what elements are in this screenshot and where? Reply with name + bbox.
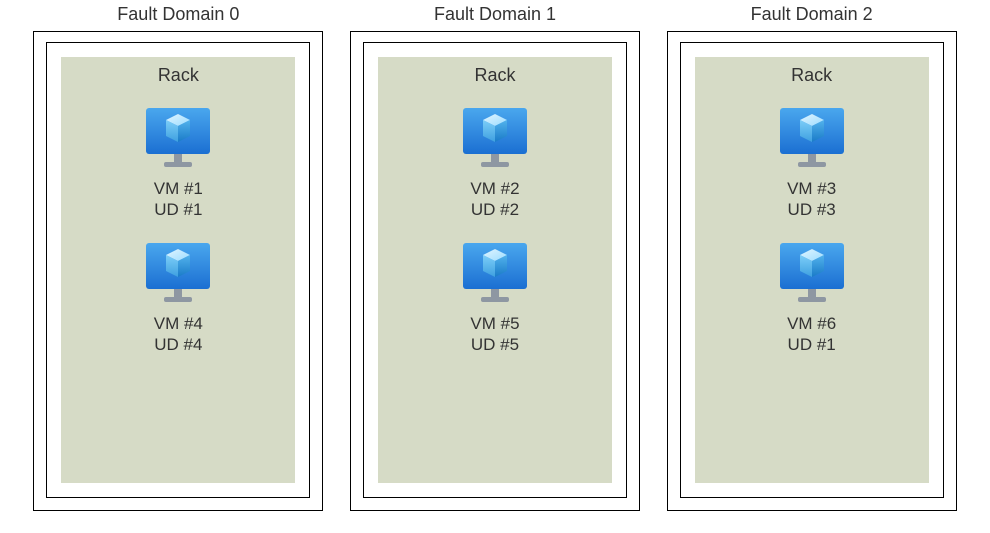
fault-domain-outer-box: Rack VM #1 UD #1 VM #4 UD #4: [33, 31, 323, 511]
rack-box: Rack VM #3 UD #3 VM #6 UD #1: [695, 57, 929, 483]
vm-label: VM #6: [787, 313, 836, 334]
vm-block: VM #3 UD #3: [774, 106, 850, 221]
diagram-canvas: Fault Domain 0 Rack VM #1 UD #1 VM #4: [0, 0, 990, 533]
vm-label: VM #3: [787, 178, 836, 199]
vm-icon: [774, 106, 850, 172]
rack-label: Rack: [791, 65, 832, 86]
vm-block: VM #6 UD #1: [774, 241, 850, 356]
rack-box: Rack VM #1 UD #1 VM #4 UD #4: [61, 57, 295, 483]
fault-domains-row: Fault Domain 0 Rack VM #1 UD #1 VM #4: [0, 4, 990, 533]
ud-label: UD #4: [154, 334, 202, 355]
fault-domain-1: Fault Domain 1 Rack VM #2 UD #2 VM #5: [350, 4, 640, 533]
vm-icon: [457, 241, 533, 307]
vm-label: VM #4: [154, 313, 203, 334]
vm-block: VM #4 UD #4: [140, 241, 216, 356]
vm-label: VM #5: [470, 313, 519, 334]
ud-label: UD #1: [154, 199, 202, 220]
ud-label: UD #2: [471, 199, 519, 220]
fault-domain-inner-box: Rack VM #2 UD #2 VM #5 UD #5: [363, 42, 627, 498]
rack-label: Rack: [158, 65, 199, 86]
vm-icon: [140, 106, 216, 172]
vm-icon: [457, 106, 533, 172]
ud-label: UD #1: [788, 334, 836, 355]
rack-label: Rack: [474, 65, 515, 86]
ud-label: UD #5: [471, 334, 519, 355]
vm-icon: [140, 241, 216, 307]
fault-domain-outer-box: Rack VM #3 UD #3 VM #6 UD #1: [667, 31, 957, 511]
fault-domain-title: Fault Domain 0: [117, 4, 239, 25]
vm-block: VM #5 UD #5: [457, 241, 533, 356]
vm-label: VM #2: [470, 178, 519, 199]
fault-domain-0: Fault Domain 0 Rack VM #1 UD #1 VM #4: [33, 4, 323, 533]
rack-box: Rack VM #2 UD #2 VM #5 UD #5: [378, 57, 612, 483]
vm-label: VM #1: [154, 178, 203, 199]
fault-domain-2: Fault Domain 2 Rack VM #3 UD #3 VM #6: [667, 4, 957, 533]
vm-block: VM #1 UD #1: [140, 106, 216, 221]
fault-domain-outer-box: Rack VM #2 UD #2 VM #5 UD #5: [350, 31, 640, 511]
fault-domain-inner-box: Rack VM #1 UD #1 VM #4 UD #4: [46, 42, 310, 498]
fault-domain-inner-box: Rack VM #3 UD #3 VM #6 UD #1: [680, 42, 944, 498]
fault-domain-title: Fault Domain 2: [751, 4, 873, 25]
vm-icon: [774, 241, 850, 307]
ud-label: UD #3: [788, 199, 836, 220]
fault-domain-title: Fault Domain 1: [434, 4, 556, 25]
vm-block: VM #2 UD #2: [457, 106, 533, 221]
